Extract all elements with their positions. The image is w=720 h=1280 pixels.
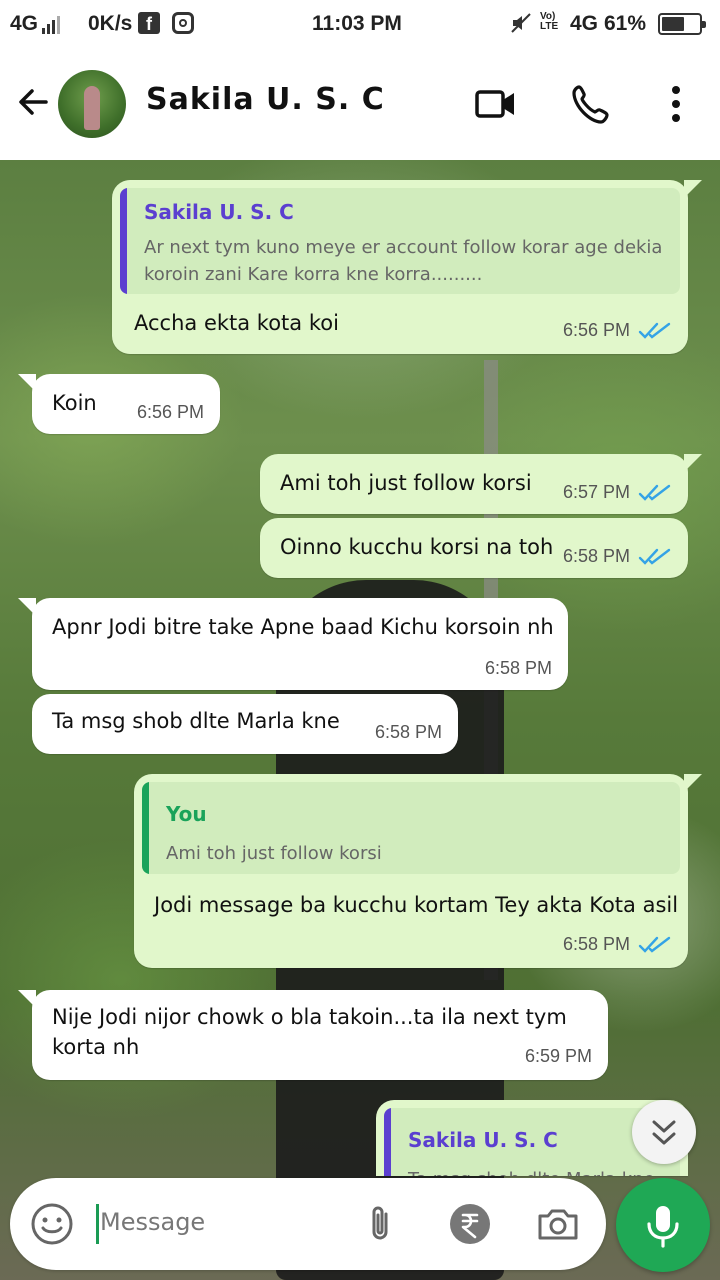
- message-bubble-outgoing[interactable]: You Ami toh just follow korsi Jodi messa…: [134, 774, 702, 968]
- message-time: 6:58 PM: [484, 658, 552, 678]
- message-bubble-incoming[interactable]: Apnr Jodi bitre take Apne baad Kichu kor…: [18, 598, 568, 690]
- message-text: Koin: [52, 391, 97, 415]
- data-speed: 0K/s: [88, 12, 132, 36]
- read-ticks-icon: [638, 936, 671, 953]
- instagram-notification-icon: [172, 12, 194, 34]
- message-text: korta nh: [52, 1035, 140, 1059]
- quote-author: Sakila U. S. C: [144, 200, 294, 224]
- message-text: Nije Jodi nijor chowk o bla takoin...ta …: [52, 1005, 567, 1029]
- contact-name[interactable]: Sakila U. S. C: [146, 82, 385, 117]
- read-ticks-icon: [638, 484, 671, 501]
- message-text: Jodi message ba kucchu kortam Tey akta K…: [154, 893, 679, 917]
- camera-icon[interactable]: [534, 1200, 582, 1248]
- attach-icon[interactable]: [356, 1200, 404, 1248]
- message-meta: 6:58 PM: [563, 934, 672, 955]
- message-time: 6:56 PM: [136, 402, 204, 422]
- message-bubble-incoming[interactable]: Ta msg shob dlte Marla kne 6:58 PM: [32, 694, 458, 754]
- message-time: 6:58 PM: [374, 722, 442, 742]
- mic-button[interactable]: [616, 1178, 710, 1272]
- battery-icon: [658, 13, 706, 35]
- message-meta: 6:56 PM: [137, 402, 204, 423]
- message-text: Accha ekta kota koi: [134, 311, 339, 335]
- message-text: Apnr Jodi bitre take Apne baad Kichu kor…: [52, 615, 554, 639]
- facebook-notification-icon: f: [138, 12, 160, 34]
- volte-icon: Vo) LTE: [540, 12, 564, 32]
- scroll-to-bottom-button[interactable]: [632, 1100, 696, 1164]
- message-placeholder: Message: [100, 1208, 206, 1236]
- payment-rupee-icon[interactable]: [446, 1200, 494, 1248]
- message-input[interactable]: Message: [96, 1200, 346, 1248]
- video-call-icon[interactable]: [474, 82, 518, 126]
- signal-strength-icon: [42, 14, 61, 34]
- message-meta: 6:58 PM: [485, 658, 552, 679]
- message-time: 6:58 PM: [562, 934, 630, 954]
- message-time: 6:59 PM: [524, 1046, 592, 1066]
- back-arrow-icon[interactable]: [12, 80, 56, 124]
- read-ticks-icon: [638, 548, 671, 565]
- status-bar: 4G 0K/s f 11:03 PM Vo) LTE 4G 61%: [0, 0, 720, 48]
- message-meta: 6:56 PM: [563, 320, 672, 341]
- network-indicator-left: 4G: [10, 12, 61, 36]
- voice-call-icon[interactable]: [570, 82, 614, 126]
- message-bubble-outgoing[interactable]: Sakila U. S. C Ar next tym kuno meye er …: [112, 180, 702, 354]
- message-text: Oinno kucchu korsi na toh: [280, 535, 554, 559]
- quoted-message[interactable]: Sakila U. S. C Ar next tym kuno meye er …: [120, 188, 680, 294]
- network-type-right-label: 4G: [570, 12, 599, 35]
- message-meta: 6:58 PM: [563, 546, 672, 567]
- quote-author: Sakila U. S. C: [408, 1128, 558, 1152]
- quoted-message[interactable]: You Ami toh just follow korsi: [142, 782, 680, 874]
- battery-fill: [662, 17, 684, 31]
- message-composer: Message: [10, 1178, 606, 1270]
- battery-percent: 61%: [604, 12, 646, 36]
- message-text: Ta msg shob dlte Marla kne: [52, 709, 340, 733]
- quote-text: koroin zani Kare korra kne korra........…: [144, 264, 483, 285]
- battery-percent-label: 61%: [604, 12, 647, 35]
- clock: 11:03 PM: [312, 12, 402, 36]
- quote-accent-bar: [384, 1108, 391, 1176]
- message-time: 6:56 PM: [562, 320, 630, 340]
- message-text: Ami toh just follow korsi: [280, 471, 532, 495]
- quote-accent-bar: [142, 782, 149, 874]
- clock-label: 11:03 PM: [312, 12, 402, 35]
- emoji-icon[interactable]: [28, 1200, 76, 1248]
- data-speed-label: 0K/s: [88, 12, 133, 35]
- text-caret: [96, 1204, 99, 1244]
- quote-text: Ar next tym kuno meye er account follow …: [144, 237, 663, 258]
- message-bubble-outgoing[interactable]: Ami toh just follow korsi 6:57 PM: [260, 454, 702, 514]
- quote-text: Ami toh just follow korsi: [166, 843, 382, 864]
- double-chevron-down-icon: [652, 1120, 676, 1145]
- message-time: 6:58 PM: [562, 546, 630, 566]
- message-bubble-incoming[interactable]: Koin 6:56 PM: [18, 374, 220, 434]
- mic-icon: [647, 1206, 679, 1248]
- avatar[interactable]: [58, 70, 126, 138]
- message-bubble-outgoing[interactable]: Oinno kucchu korsi na toh 6:58 PM: [260, 518, 688, 578]
- avatar-photo: [84, 86, 100, 130]
- volte-label: Vo) LTE: [540, 11, 559, 32]
- message-meta: 6:57 PM: [563, 482, 672, 503]
- chat-header: Sakila U. S. C: [0, 48, 720, 160]
- quote-author: You: [166, 802, 207, 826]
- message-meta: 6:58 PM: [375, 722, 442, 743]
- network-type-label: 4G: [10, 12, 39, 35]
- message-meta: 6:59 PM: [525, 1046, 592, 1067]
- quote-text: Ta msg shob dlte Marla kne: [408, 1166, 655, 1176]
- network-indicator-right: 4G: [570, 12, 598, 36]
- message-time: 6:57 PM: [562, 482, 630, 502]
- more-options-icon[interactable]: [654, 82, 698, 126]
- mute-icon: [510, 12, 532, 34]
- message-bubble-incoming[interactable]: Nije Jodi nijor chowk o bla takoin...ta …: [18, 990, 608, 1080]
- read-ticks-icon: [638, 322, 671, 339]
- quote-accent-bar: [120, 188, 127, 294]
